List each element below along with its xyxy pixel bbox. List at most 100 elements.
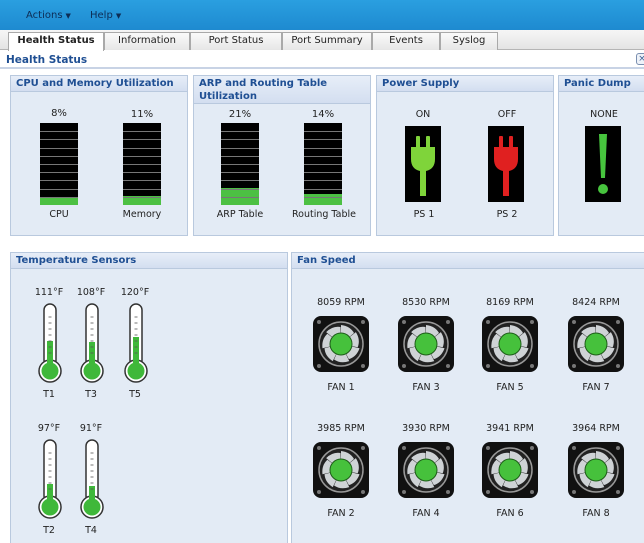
fan-rpm: 3930 RPM <box>402 423 450 434</box>
arp-routing-title: ARP and Routing Table Utilization <box>194 76 370 104</box>
gauge-segment-line <box>123 180 161 181</box>
routing-label: Routing Table <box>291 209 356 220</box>
temperature-value: 97°F <box>37 423 61 434</box>
arp-routing-title-line2: Utilization <box>199 91 257 102</box>
gauge-segment-line <box>221 156 259 157</box>
fan-label: FAN 8 <box>582 508 610 519</box>
fan-label: FAN 7 <box>582 382 610 393</box>
cpu-memory-panel: CPU and Memory Utilization 8% CPU 11% Me… <box>10 75 188 236</box>
temperature-sensor-label: T1 <box>43 389 55 400</box>
fan-rpm: 3941 RPM <box>486 423 534 434</box>
thermometer-icon <box>121 303 151 388</box>
routing-gauge <box>304 123 342 205</box>
tab-health-status[interactable]: Health Status <box>8 32 104 51</box>
gauge-segment-line <box>221 164 259 165</box>
gauge-segment-line <box>123 156 161 157</box>
fan-label: FAN 6 <box>496 508 524 519</box>
fan-rpm: 3985 RPM <box>317 423 365 434</box>
gauge-segment-line <box>123 172 161 173</box>
arp-routing-title-line1: ARP and Routing Table <box>199 78 328 89</box>
fan-icon <box>568 442 624 498</box>
gauge-segment-line <box>221 139 259 140</box>
fan-icon <box>313 442 369 498</box>
gauge-segment-line <box>221 131 259 132</box>
caret-down-icon: ▼ <box>115 12 122 20</box>
gauge-segment-line <box>221 189 259 190</box>
gauge-segment-line <box>40 139 78 140</box>
gauge-segment-line <box>40 131 78 132</box>
fan-rpm: 8530 RPM <box>402 297 450 308</box>
cpu-gauge <box>40 123 78 205</box>
tab-events[interactable]: Events <box>372 32 440 50</box>
arp-percent: 21% <box>228 109 252 120</box>
temperature-sensor-label: T2 <box>43 525 55 536</box>
fan-icon <box>313 316 369 372</box>
temperature-sensor-label: T5 <box>129 389 141 400</box>
gauge-fill <box>40 197 78 205</box>
gauge-segment-line <box>40 172 78 173</box>
gauge-segment-line <box>123 189 161 190</box>
ps1-state: ON <box>415 109 431 120</box>
menu-help-label: Help <box>90 10 113 21</box>
temperature-value: 120°F <box>120 287 150 298</box>
power-supply-title: Power Supply <box>377 76 553 92</box>
routing-percent: 14% <box>311 109 335 120</box>
tab-bar: Health Status Information Port Status Po… <box>0 30 644 51</box>
ps1-label: PS 1 <box>413 209 435 220</box>
memory-percent: 11% <box>130 109 154 120</box>
gauge-segment-line <box>304 164 342 165</box>
arp-routing-panel: ARP and Routing Table Utilization 21% AR… <box>193 75 371 236</box>
fan-label: FAN 2 <box>327 508 355 519</box>
tab-port-status[interactable]: Port Status <box>190 32 282 50</box>
fan-icon <box>398 442 454 498</box>
fan-label: FAN 3 <box>412 382 440 393</box>
cpu-percent: 8% <box>51 108 67 119</box>
gauge-segment-line <box>304 156 342 157</box>
ps2-plug-icon <box>488 126 524 202</box>
gauge-segment-line <box>221 180 259 181</box>
gauge-segment-line <box>221 148 259 149</box>
ps2-state: OFF <box>497 109 517 120</box>
gauge-segment-line <box>40 164 78 165</box>
panic-dump-title: Panic Dump <box>559 76 644 92</box>
menu-actions[interactable]: Actions ▼ <box>26 10 71 21</box>
fan-speed-panel: Fan Speed 8059 RPM FAN 1 8530 RPM FAN 3 8169… <box>291 252 644 543</box>
gauge-segment-line <box>123 148 161 149</box>
gauge-segment-line <box>304 189 342 190</box>
tab-information[interactable]: Information <box>104 32 190 50</box>
gauge-segment-line <box>221 197 259 198</box>
fan-icon <box>568 316 624 372</box>
gauge-segment-line <box>123 197 161 198</box>
arp-label: ARP Table <box>216 209 264 220</box>
thermometer-icon <box>35 303 65 388</box>
close-icon[interactable]: × <box>636 53 644 65</box>
ps2-label: PS 2 <box>496 209 518 220</box>
panic-dump-panel: Panic Dump NONE <box>558 75 644 236</box>
gauge-segment-line <box>304 131 342 132</box>
memory-gauge <box>123 123 161 205</box>
tab-syslog[interactable]: Syslog <box>440 32 498 50</box>
arp-gauge <box>221 123 259 205</box>
menu-help[interactable]: Help ▼ <box>90 10 121 21</box>
thermometer-icon <box>77 303 107 388</box>
fan-icon <box>482 316 538 372</box>
gauge-segment-line <box>304 139 342 140</box>
gauge-segment-line <box>304 148 342 149</box>
fan-icon <box>482 442 538 498</box>
caret-down-icon: ▼ <box>65 12 71 20</box>
temperature-sensor-label: T3 <box>85 389 97 400</box>
fan-icon <box>398 316 454 372</box>
temperature-title: Temperature Sensors <box>11 253 287 269</box>
fan-rpm: 8424 RPM <box>572 297 620 308</box>
tab-port-summary[interactable]: Port Summary <box>282 32 372 50</box>
gauge-segment-line <box>304 172 342 173</box>
fan-speed-title: Fan Speed <box>292 253 644 269</box>
temperature-panel: Temperature Sensors 111°F T1 108°F T3 120°F T… <box>10 252 288 543</box>
gauge-segment-line <box>40 197 78 198</box>
menubar: Actions ▼ Help ▼ <box>0 0 644 30</box>
gauge-segment-line <box>123 131 161 132</box>
gauge-fill <box>304 194 342 205</box>
gauge-segment-line <box>40 148 78 149</box>
temperature-value: 91°F <box>79 423 103 434</box>
gauge-segment-line <box>40 189 78 190</box>
